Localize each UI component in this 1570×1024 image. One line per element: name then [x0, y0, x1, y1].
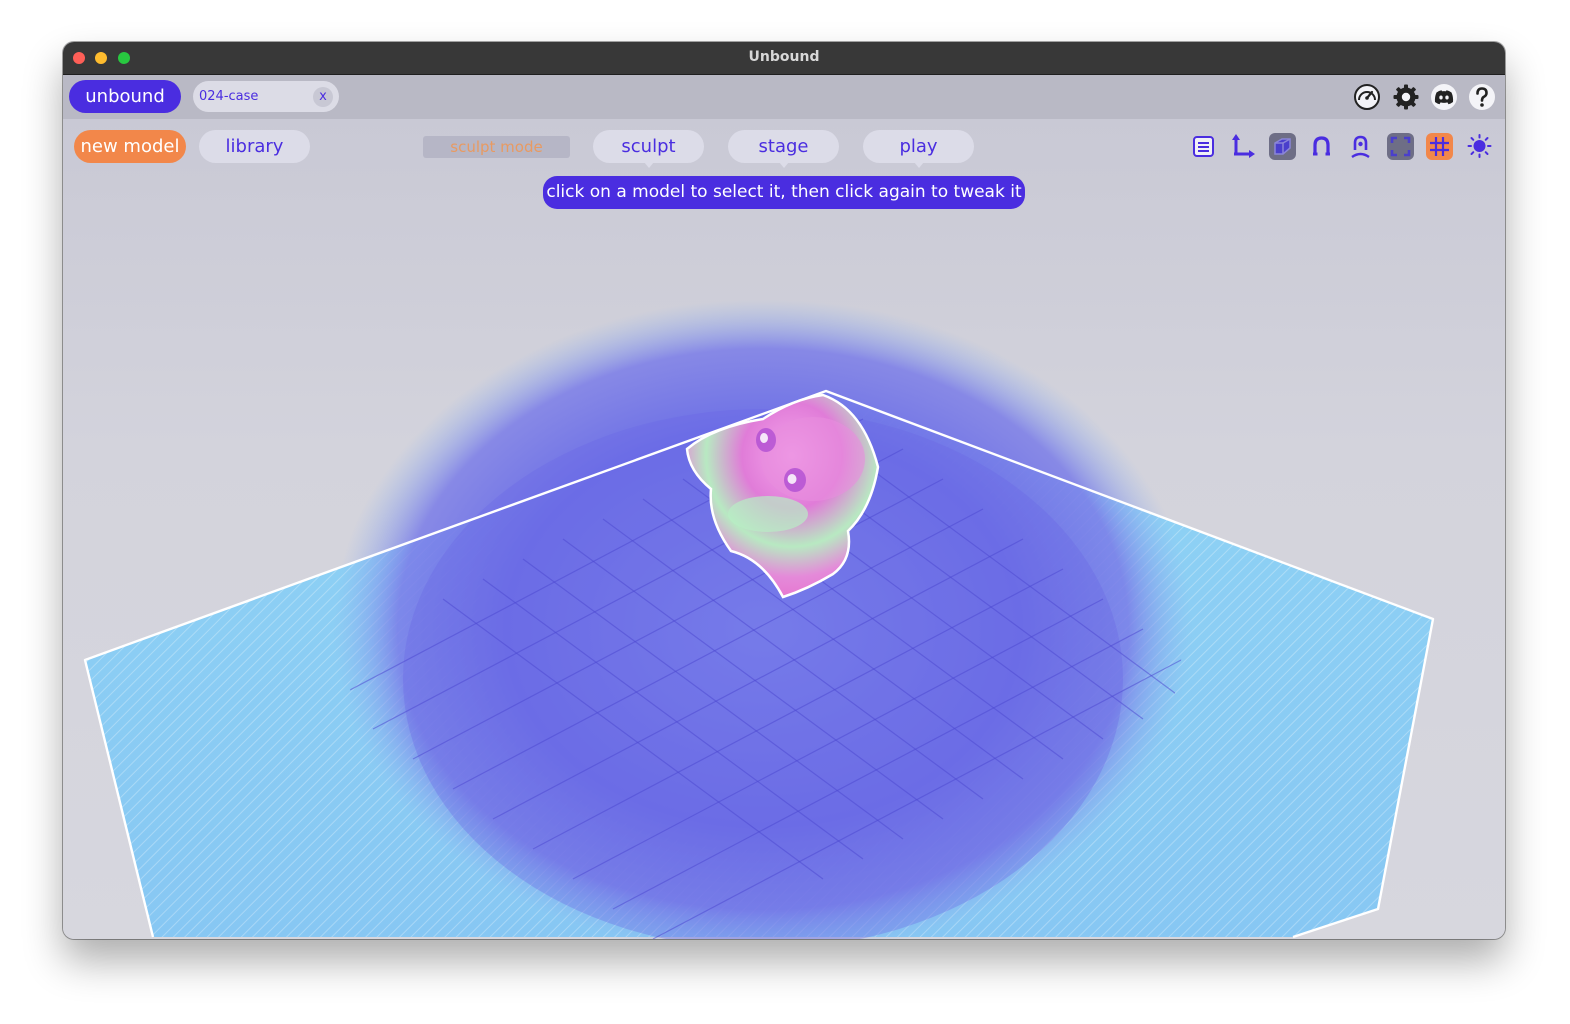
file-tab-label: 024-case — [199, 89, 259, 104]
mode-stage-label: stage — [758, 136, 809, 157]
app-home-button[interactable]: unbound — [69, 80, 181, 113]
viewport[interactable]: new model library sculpt mode sculpt sta… — [63, 119, 1505, 939]
hint-banner: click on a model to select it, then clic… — [543, 176, 1025, 209]
mode-indicator: sculpt mode — [423, 136, 570, 158]
fullscreen-icon[interactable] — [1387, 133, 1414, 160]
list-icon[interactable] — [1190, 133, 1217, 160]
file-tab[interactable]: 024-case x — [193, 81, 339, 112]
discord-icon[interactable] — [1430, 83, 1458, 111]
app-window: Unbound unbound 024-case x new model lib… — [63, 42, 1505, 939]
mode-play-button[interactable]: play — [863, 130, 974, 168]
title-bar: Unbound — [63, 42, 1505, 75]
mode-play-notch — [913, 162, 924, 168]
settings-icon[interactable] — [1392, 83, 1420, 111]
mode-sculpt-notch — [643, 162, 654, 168]
tab-bar: unbound 024-case x — [63, 75, 1505, 119]
new-model-button[interactable]: new model — [74, 130, 186, 163]
grid-icon[interactable] — [1426, 133, 1453, 160]
axis-icon[interactable] — [1229, 133, 1256, 160]
cube-icon[interactable] — [1269, 133, 1296, 160]
mode-sculpt-button[interactable]: sculpt — [593, 130, 704, 168]
speedometer-icon[interactable] — [1353, 83, 1381, 111]
window-title: Unbound — [748, 49, 820, 65]
mode-play-label: play — [899, 136, 938, 157]
library-button[interactable]: library — [199, 130, 310, 163]
mode-sculpt-label: sculpt — [621, 136, 676, 157]
magnet-icon[interactable] — [1308, 133, 1335, 160]
help-icon[interactable] — [1468, 83, 1496, 111]
mode-stage-button[interactable]: stage — [728, 130, 839, 168]
mode-stage-notch — [778, 162, 789, 168]
light-icon[interactable] — [1466, 133, 1493, 160]
stage-scene[interactable] — [63, 119, 1505, 939]
person-icon[interactable] — [1347, 133, 1374, 160]
file-tab-close-button[interactable]: x — [313, 87, 333, 107]
